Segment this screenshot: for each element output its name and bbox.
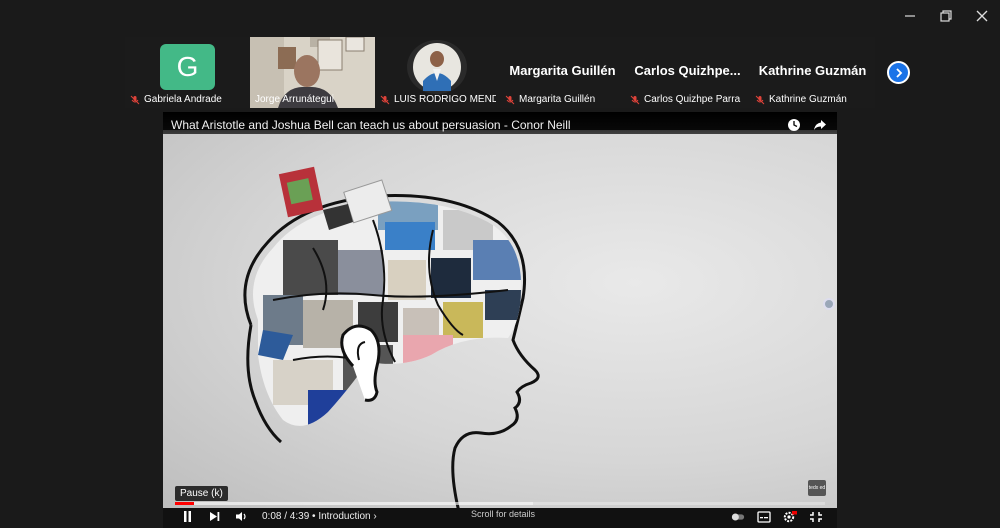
mic-muted-icon: [630, 95, 640, 104]
video-title[interactable]: What Aristotle and Joshua Bell can teach…: [171, 118, 571, 132]
avatar: G: [160, 44, 215, 90]
video-title-bar: What Aristotle and Joshua Bell can teach…: [163, 112, 837, 134]
autoplay-toggle-icon[interactable]: [731, 511, 745, 523]
controls-left: 0:08 / 4:39 • Introduction ›: [181, 510, 377, 523]
close-button[interactable]: [964, 0, 1000, 32]
participant-label: Margarita Guillén: [505, 94, 621, 105]
participant-label: Carlos Quizhpe Parra: [630, 94, 746, 105]
participant-name: Carlos Quizhpe Parra: [644, 94, 741, 105]
watch-later-icon[interactable]: [787, 118, 801, 132]
time-current-total: 0:08 / 4:39: [262, 511, 310, 522]
participant-name: Margarita Guillén: [519, 94, 596, 105]
minimize-icon: [905, 15, 915, 17]
share-icon[interactable]: [813, 118, 827, 132]
participant-tile[interactable]: Carlos Quizhpe... Carlos Quizhpe Parra: [625, 37, 750, 108]
youtube-player[interactable]: What Aristotle and Joshua Bell can teach…: [163, 112, 837, 528]
mic-muted-icon: [755, 95, 765, 104]
progress-loaded: [175, 502, 533, 505]
channel-watermark[interactable]: tedx ed: [808, 480, 826, 496]
scroll-hint-label: Scroll for details: [470, 509, 536, 519]
participant-label: LUIS RODRIGO MENDI...: [380, 94, 496, 105]
exit-fullscreen-icon[interactable]: [809, 511, 823, 523]
close-icon: [976, 10, 988, 22]
video-frame[interactable]: [163, 130, 837, 512]
participant-display-name: Margarita Guillén: [509, 63, 616, 78]
next-video-icon[interactable]: [208, 510, 221, 523]
controls-right: [731, 511, 823, 523]
player-controls: 0:08 / 4:39 • Introduction › Scroll for …: [163, 508, 837, 528]
settings-gear-icon[interactable]: [783, 511, 797, 523]
participant-name: Jorge Arrunátegui: [255, 94, 334, 105]
time-display: 0:08 / 4:39 • Introduction ›: [262, 511, 377, 522]
side-marker: [823, 298, 835, 310]
pause-tooltip: Pause (k): [175, 486, 228, 501]
top-icons: [787, 118, 827, 132]
progress-played: [175, 502, 194, 505]
participant-label: Jorge Arrunátegui: [255, 94, 371, 105]
next-participants-button[interactable]: [887, 61, 910, 84]
chevron-right-icon: [895, 67, 902, 78]
participant-tile[interactable]: Kathrine Guzmán Kathrine Guzmán: [750, 37, 875, 108]
volume-icon[interactable]: [235, 510, 248, 523]
mic-muted-icon: [130, 95, 140, 104]
participant-tile[interactable]: Jorge Arrunátegui: [250, 37, 375, 108]
pause-icon[interactable]: [181, 510, 194, 523]
participant-tile[interactable]: G Gabriela Andrade: [125, 37, 250, 108]
participant-label: Kathrine Guzmán: [755, 94, 871, 105]
minimize-button[interactable]: [892, 0, 928, 32]
restore-icon: [940, 10, 952, 22]
participant-display-name: Carlos Quizhpe...: [634, 63, 741, 78]
participant-display-name: Kathrine Guzmán: [758, 63, 867, 78]
progress-bar[interactable]: [175, 502, 825, 505]
video-artwork-head-collage: [243, 166, 540, 512]
window-controls: [892, 0, 1000, 32]
restore-button[interactable]: [928, 0, 964, 32]
participant-tile-active[interactable]: LUIS RODRIGO MENDI...: [375, 37, 500, 108]
mic-muted-icon: [380, 95, 390, 104]
participant-name: Gabriela Andrade: [144, 94, 222, 105]
participant-name: LUIS RODRIGO MENDI...: [394, 94, 496, 105]
subtitles-icon[interactable]: [757, 511, 771, 523]
chapter-link[interactable]: • Introduction ›: [312, 511, 377, 522]
participant-name: Kathrine Guzmán: [769, 94, 847, 105]
scroll-for-details[interactable]: Scroll for details: [463, 509, 543, 519]
participant-label: Gabriela Andrade: [130, 94, 246, 105]
participants-strip: G Gabriela Andrade Jorge Arrunátegui LUI…: [125, 37, 875, 108]
participant-tile[interactable]: Margarita Guillén Margarita Guillén: [500, 37, 625, 108]
mic-muted-icon: [505, 95, 515, 104]
